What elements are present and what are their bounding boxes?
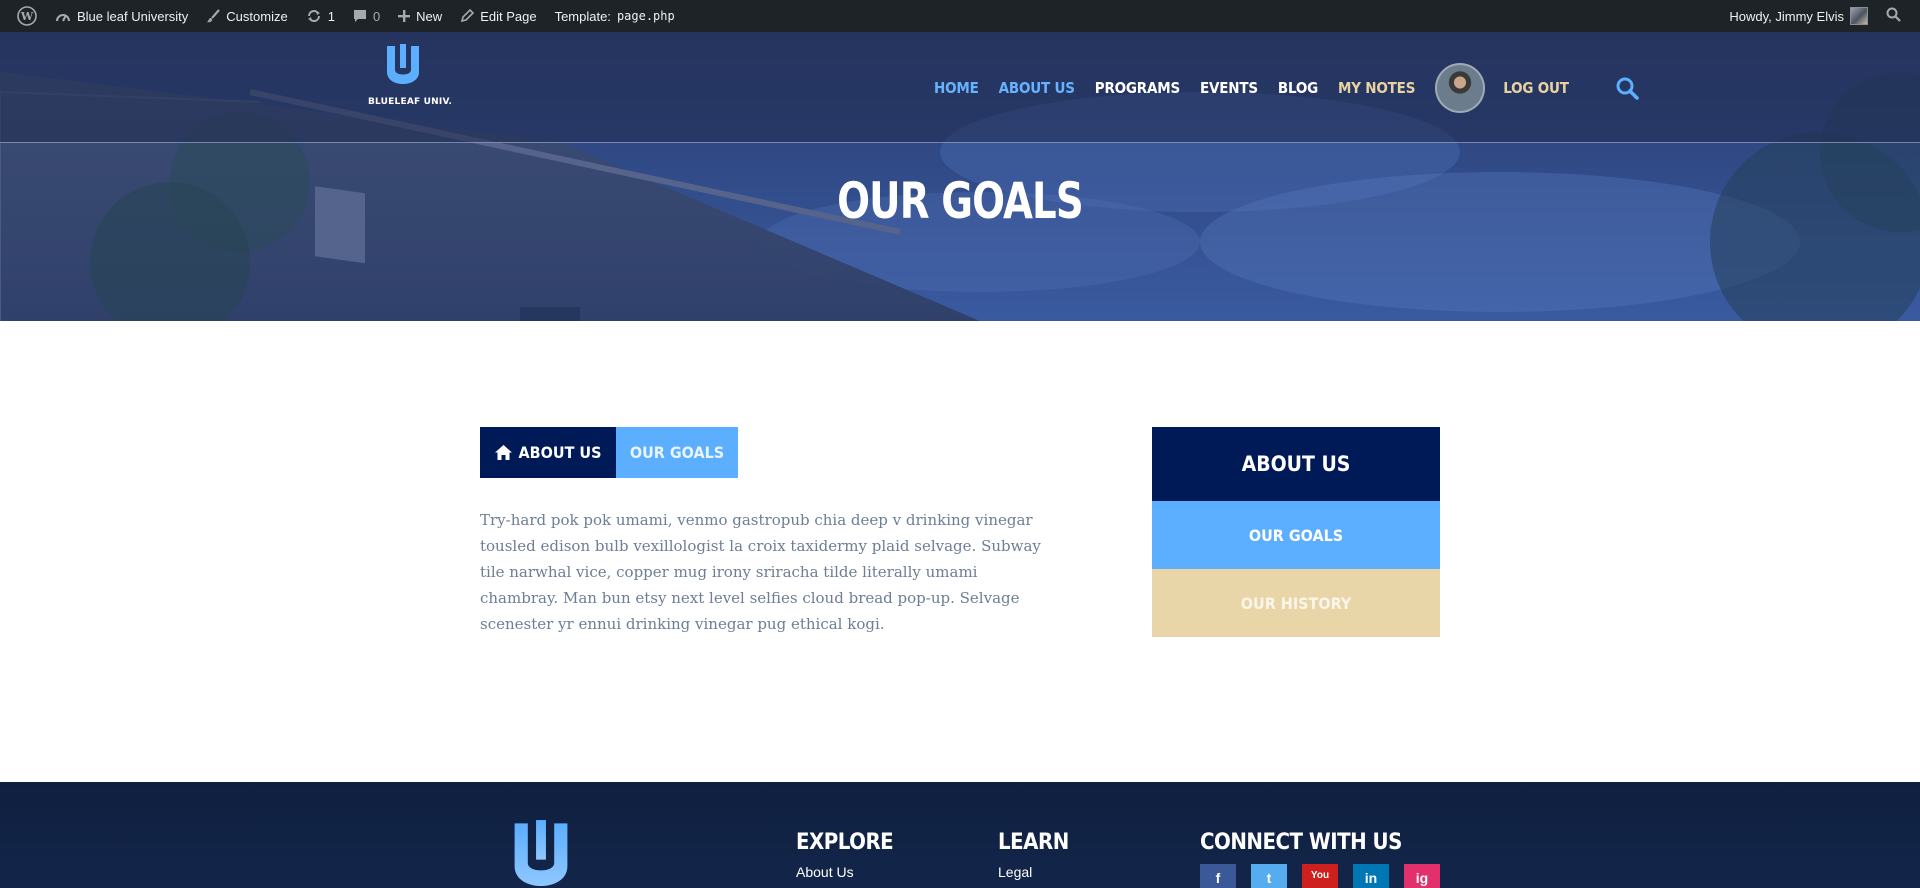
site-header: BLUELEAF UNIV. HOME ABOUT US PROGRAMS EV…	[0, 32, 1920, 143]
admin-new-label: New	[416, 8, 443, 24]
footer-learn: LEARN Legal	[998, 830, 1069, 880]
youtube-icon[interactable]: You	[1302, 864, 1338, 888]
footer-explore: EXPLORE About Us	[796, 830, 894, 880]
footer-connect: CONNECT WITH US f t You in ig	[1200, 830, 1455, 888]
home-icon	[494, 445, 512, 460]
nav-home[interactable]: HOME	[934, 79, 979, 97]
sidebar-item-our-history[interactable]: OUR HISTORY	[1152, 569, 1440, 637]
site-logo[interactable]: BLUELEAF UNIV.	[368, 44, 453, 107]
admin-new[interactable]: New	[389, 0, 451, 32]
breadcrumb-parent-label: ABOUT US	[518, 443, 602, 462]
site-footer: EXPLORE About Us LEARN Legal CONNECT WIT…	[0, 782, 1920, 888]
nav-about-us[interactable]: ABOUT US	[999, 79, 1075, 97]
wordpress-logo-icon[interactable]: W	[8, 0, 46, 32]
nav-events[interactable]: EVENTS	[1200, 79, 1258, 97]
admin-template-file: page.php	[616, 9, 675, 23]
admin-avatar	[1850, 7, 1868, 25]
footer-logo[interactable]	[508, 820, 574, 888]
admin-updates-count: 1	[327, 8, 335, 24]
comment-icon	[353, 9, 367, 23]
footer-learn-heading: LEARN	[998, 830, 1069, 855]
footer-link-about-us[interactable]: About Us	[796, 864, 893, 880]
breadcrumb-current: OUR GOALS	[616, 427, 738, 478]
user-avatar[interactable]	[1435, 62, 1486, 113]
updates-icon	[306, 9, 322, 23]
page-sidebar-nav: ABOUT US OUR GOALS OUR HISTORY	[1152, 427, 1440, 637]
page-body-text: Try-hard pok pok umami, venmo gastropub …	[480, 511, 1041, 633]
admin-customize[interactable]: Customize	[197, 0, 296, 32]
admin-edit-page[interactable]: Edit Page	[451, 0, 545, 32]
nav-log-out[interactable]: LOG OUT	[1503, 79, 1569, 97]
admin-site-name[interactable]: Blue leaf University	[46, 0, 197, 32]
main-navigation: HOME ABOUT US PROGRAMS EVENTS BLOG MY NO…	[934, 32, 1639, 143]
admin-template-info[interactable]: Template: page.php	[546, 0, 684, 32]
pencil-icon	[460, 9, 475, 23]
admin-comments[interactable]: 0	[344, 0, 389, 32]
nav-blog[interactable]: BLOG	[1278, 79, 1318, 97]
footer-explore-heading: EXPLORE	[796, 830, 894, 855]
sidebar-item-our-goals[interactable]: OUR GOALS	[1152, 501, 1440, 569]
admin-comments-count: 0	[372, 8, 381, 24]
u-logo-icon	[387, 44, 419, 84]
admin-edit-page-label: Edit Page	[480, 8, 537, 24]
paintbrush-icon	[206, 9, 221, 23]
admin-updates[interactable]: 1	[297, 0, 344, 32]
social-links: f t You in ig	[1200, 864, 1455, 888]
dashboard-icon	[55, 9, 71, 23]
footer-u-logo-icon	[514, 820, 568, 887]
page-title: OUR GOALS	[837, 172, 1084, 230]
sidebar-title-about-us[interactable]: ABOUT US	[1152, 427, 1440, 501]
twitter-icon[interactable]: t	[1251, 864, 1287, 888]
nav-programs[interactable]: PROGRAMS	[1095, 79, 1180, 97]
admin-account[interactable]: Howdy, Jimmy Elvis	[1720, 0, 1877, 32]
admin-customize-label: Customize	[226, 8, 288, 24]
logo-text: BLUELEAF UNIV.	[368, 97, 453, 107]
wp-admin-bar: W Blue leaf University Customize 1 0 New…	[0, 0, 1920, 32]
admin-search-icon	[1886, 7, 1901, 25]
search-icon[interactable]	[1615, 76, 1639, 100]
instagram-icon[interactable]: ig	[1404, 864, 1440, 888]
linkedin-icon[interactable]: in	[1353, 864, 1389, 888]
breadcrumb: ABOUT US OUR GOALS	[480, 427, 738, 478]
footer-link-legal[interactable]: Legal	[998, 864, 1069, 880]
admin-howdy-label: Howdy, Jimmy Elvis	[1729, 8, 1844, 24]
footer-connect-heading: CONNECT WITH US	[1200, 830, 1402, 855]
hero-banner: BLUELEAF UNIV. HOME ABOUT US PROGRAMS EV…	[0, 32, 1920, 321]
admin-search[interactable]	[1877, 0, 1910, 32]
nav-my-notes[interactable]: MY NOTES	[1338, 79, 1415, 97]
svg-text:W: W	[20, 10, 34, 23]
facebook-icon[interactable]: f	[1200, 864, 1236, 888]
breadcrumb-parent[interactable]: ABOUT US	[480, 427, 616, 478]
admin-template-label: Template:	[554, 8, 611, 24]
admin-site-name-label: Blue leaf University	[77, 8, 189, 24]
plus-icon	[398, 10, 411, 22]
